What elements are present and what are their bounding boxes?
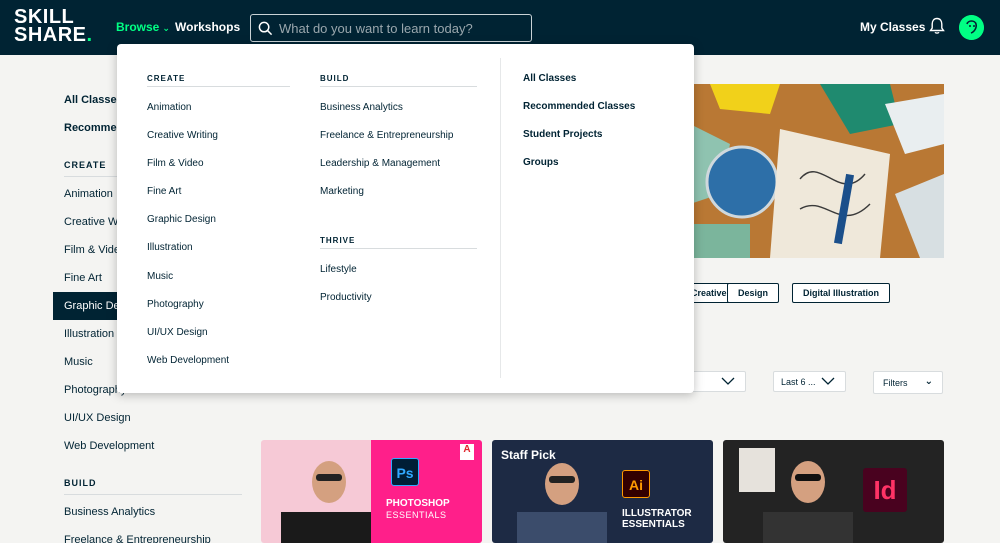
menu-item-productivity[interactable]: Productivity <box>320 292 372 303</box>
sidebar-item-freelance[interactable]: Freelance & Entrepreneurship <box>64 534 211 543</box>
menu-item-animation[interactable]: Animation <box>147 102 191 113</box>
card-title-line-1: PHOTOSHOP <box>386 498 450 509</box>
chevron-down-icon <box>821 377 835 385</box>
date-range-value: Last 6 ... <box>781 377 816 387</box>
menu-link-recommended-classes[interactable]: Recommended Classes <box>523 101 635 112</box>
sidebar-item-ui-ux-design[interactable]: UI/UX Design <box>64 412 131 424</box>
course-card-indesign[interactable]: Id <box>723 440 944 543</box>
sidebar-heading-build: BUILD <box>64 478 97 488</box>
date-range-select[interactable]: Last 6 ... <box>773 371 846 392</box>
dropdown-heading-thrive: THRIVE <box>320 236 356 245</box>
menu-item-photography[interactable]: Photography <box>147 299 204 310</box>
menu-item-leadership[interactable]: Leadership & Management <box>320 158 440 169</box>
menu-item-creative-writing[interactable]: Creative Writing <box>147 130 218 141</box>
sidebar-item-business-analytics[interactable]: Business Analytics <box>64 506 155 518</box>
skillshare-logo[interactable]: SKILL SHARE. <box>14 7 94 48</box>
browse-label: Browse <box>116 20 160 34</box>
browse-menu-button[interactable]: Browse ⌄ <box>116 20 170 34</box>
filters-label: Filters <box>883 378 908 388</box>
search-bar <box>250 14 532 42</box>
search-input[interactable] <box>279 15 529 41</box>
menu-item-film-video[interactable]: Film & Video <box>147 158 204 169</box>
instructor-photo <box>517 463 607 543</box>
menu-item-ui-ux-design[interactable]: UI/UX Design <box>147 327 208 338</box>
sort-select[interactable] <box>688 371 746 392</box>
search-icon[interactable] <box>258 21 273 36</box>
sidebar-item-animation[interactable]: Animation <box>64 188 113 200</box>
adobe-logo-icon: A <box>460 444 474 460</box>
tag-chip-digital-illustration[interactable]: Digital Illustration <box>792 283 891 303</box>
menu-item-illustration[interactable]: Illustration <box>147 242 193 253</box>
sidebar-item-music[interactable]: Music <box>64 356 93 368</box>
sidebar-heading-create: CREATE <box>64 160 107 170</box>
sidebar-link-all-classes[interactable]: All Classes <box>64 94 123 106</box>
chevron-down-icon: ⌄ <box>162 23 170 33</box>
menu-item-lifestyle[interactable]: Lifestyle <box>320 264 357 275</box>
course-card-illustrator[interactable]: Staff Pick Ai ILLUSTRATOR ESSENTIALS <box>492 440 713 543</box>
my-classes-link[interactable]: My Classes <box>860 20 925 34</box>
sidebar-item-fine-art[interactable]: Fine Art <box>64 272 102 284</box>
chevron-down-icon <box>721 377 735 385</box>
divider <box>64 494 242 495</box>
divider <box>320 86 477 87</box>
sidebar-item-web-development[interactable]: Web Development <box>64 440 154 452</box>
workshops-link[interactable]: Workshops <box>175 20 240 34</box>
instructor-photo <box>281 461 371 543</box>
menu-link-groups[interactable]: Groups <box>523 157 559 168</box>
chevron-down-icon: ⌄ <box>924 376 933 387</box>
filters-button[interactable]: Filters ⌄ <box>873 371 943 394</box>
menu-link-all-classes[interactable]: All Classes <box>523 73 576 84</box>
divider <box>147 86 290 87</box>
divider <box>320 248 477 249</box>
menu-item-fine-art[interactable]: Fine Art <box>147 186 181 197</box>
menu-item-music[interactable]: Music <box>147 271 173 282</box>
illustrator-icon: Ai <box>622 470 650 498</box>
menu-item-marketing[interactable]: Marketing <box>320 186 364 197</box>
indesign-icon: Id <box>863 468 907 512</box>
tag-chip-design[interactable]: Design <box>727 283 780 303</box>
dropdown-heading-build: BUILD <box>320 74 350 83</box>
sidebar-item-illustration[interactable]: Illustration <box>64 328 114 340</box>
course-card-photoshop[interactable]: Ps A PHOTOSHOP ESSENTIALS <box>261 440 482 543</box>
dropdown-heading-create: CREATE <box>147 74 186 83</box>
menu-item-business-analytics[interactable]: Business Analytics <box>320 102 403 113</box>
instructor-photo <box>763 461 853 543</box>
menu-item-web-development[interactable]: Web Development <box>147 355 229 366</box>
avatar-icon[interactable] <box>959 15 984 40</box>
bell-icon[interactable] <box>929 17 945 35</box>
logo-line-2: SHARE. <box>14 24 93 46</box>
menu-item-graphic-design[interactable]: Graphic Design <box>147 214 216 225</box>
menu-link-student-projects[interactable]: Student Projects <box>523 129 602 140</box>
logo-line-2-text: SHARE <box>14 24 87 46</box>
browse-dropdown-menu: CREATE Animation Creative Writing Film &… <box>117 44 694 393</box>
category-hero-image <box>690 84 944 258</box>
card-title-line-2: ESSENTIALS <box>386 510 447 520</box>
card-title-line-1: ILLUSTRATOR <box>622 508 692 519</box>
photoshop-icon: Ps <box>391 458 419 486</box>
card-title-line-2: ESSENTIALS <box>622 519 685 530</box>
divider <box>500 58 501 378</box>
menu-item-freelance[interactable]: Freelance & Entrepreneurship <box>320 130 453 141</box>
